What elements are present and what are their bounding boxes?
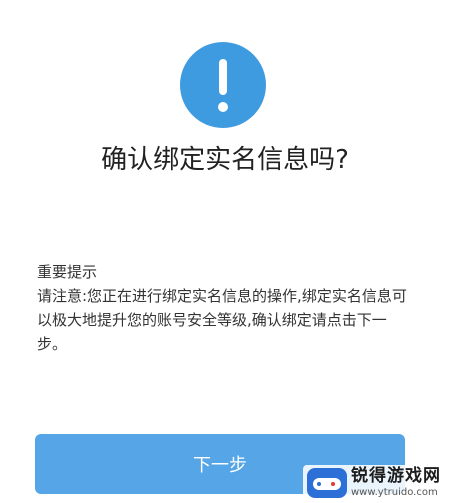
site-watermark: 锐得游戏网 www.ytruido.com [303, 465, 446, 501]
notice-section: 重要提示 请注意:您正在进行绑定实名信息的操作,绑定实名信息可以极大地提升您的账… [37, 260, 413, 356]
watermark-text: 锐得游戏网 www.ytruido.com [351, 468, 441, 498]
notice-heading: 重要提示 [37, 263, 98, 281]
exclamation-circle-icon [180, 42, 266, 128]
watermark-url: www.ytruido.com [351, 487, 438, 498]
exclamation-dot [218, 102, 228, 112]
dialog-title: 确认绑定实名信息吗? [101, 145, 349, 175]
watermark-name: 锐得游戏网 [351, 466, 441, 486]
exclamation-bar [219, 59, 227, 95]
gamepad-logo-icon [307, 468, 347, 498]
notice-body: 请注意:您正在进行绑定实名信息的操作,绑定实名信息可以极大地提升您的账号安全等级… [37, 287, 407, 353]
